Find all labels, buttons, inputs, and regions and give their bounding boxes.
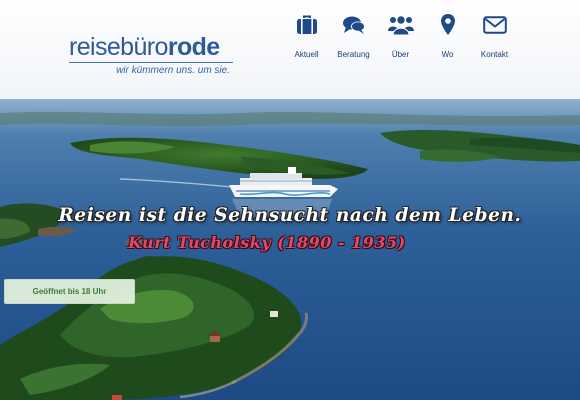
logo-underline — [69, 62, 233, 63]
main-nav: Aktuell Beratung Über Wo Kontakt — [283, 14, 518, 59]
briefcase-icon — [296, 15, 317, 34]
nav-label-wo: Wo — [441, 50, 454, 59]
map-pin-icon — [440, 14, 455, 35]
logo-tagline: wir kümmern uns. um sie. — [116, 65, 230, 76]
nav-item-aktuell[interactable]: Aktuell — [283, 14, 330, 59]
hero-quote: Reisen ist die Sehnsucht nach dem Leben. — [58, 205, 522, 226]
chat-bubbles-icon — [342, 16, 365, 34]
logo-wordmark-light: reisebüro — [69, 33, 168, 61]
nav-item-beratung[interactable]: Beratung — [330, 14, 377, 59]
logo-wordmark: reisebürorode — [69, 35, 234, 60]
nav-label-kontakt: Kontakt — [480, 50, 509, 59]
hero-banner: Reisen ist die Sehnsucht nach dem Leben.… — [0, 99, 580, 400]
nav-item-ueber[interactable]: Über — [377, 14, 424, 59]
opening-hours-badge[interactable]: Geöffnet bis 18 Uhr — [4, 279, 135, 304]
nav-label-beratung: Beratung — [337, 50, 370, 59]
logo-wordmark-bold: rode — [167, 33, 220, 61]
site-header: reisebürorode wir kümmern uns. um sie. A… — [0, 0, 580, 99]
nav-label-ueber: Über — [391, 50, 410, 59]
hero-quote-author: Kurt Tucholsky (1890 - 1935) — [128, 233, 406, 252]
nav-item-wo[interactable]: Wo — [424, 14, 471, 59]
envelope-icon — [482, 16, 507, 34]
nav-item-kontakt[interactable]: Kontakt — [471, 14, 518, 59]
logo[interactable]: reisebürorode wir kümmern uns. um sie. — [69, 35, 234, 76]
nav-label-aktuell: Aktuell — [294, 50, 319, 59]
group-icon — [387, 15, 414, 36]
